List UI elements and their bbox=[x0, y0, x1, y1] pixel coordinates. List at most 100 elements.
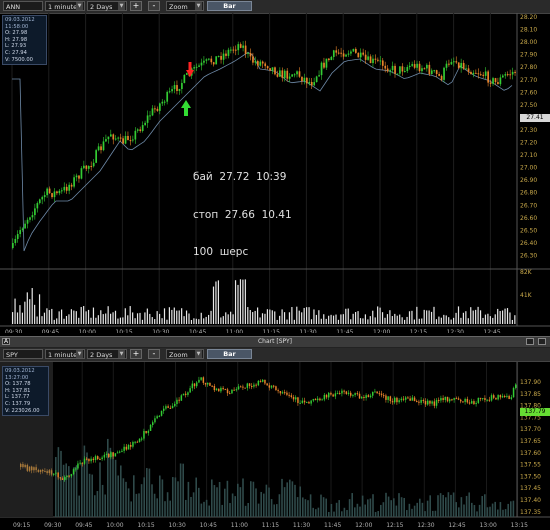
candle-body bbox=[171, 89, 173, 92]
top-zoom-out-button[interactable]: - bbox=[148, 1, 160, 11]
volume-bar bbox=[141, 319, 144, 324]
bottom-ohlc-open: O: 137.78 bbox=[5, 381, 31, 388]
chevron-down-icon: ▼ bbox=[118, 350, 125, 358]
top-range-value: 2 Days bbox=[90, 3, 113, 11]
candle-body bbox=[200, 377, 202, 380]
volume-bar bbox=[173, 307, 175, 324]
candle-body bbox=[494, 78, 497, 83]
volume-bar bbox=[255, 488, 257, 517]
candle-body bbox=[20, 464, 22, 467]
bottom-interval-select[interactable]: 1 minute ▼ bbox=[45, 349, 85, 359]
volume-bar bbox=[117, 318, 119, 324]
price-tick-label: 26.40 bbox=[520, 240, 537, 247]
volume-bar bbox=[149, 313, 151, 324]
candle-body bbox=[198, 379, 200, 383]
candle-body bbox=[28, 466, 31, 471]
candle-body bbox=[247, 53, 249, 55]
candle-body bbox=[147, 430, 150, 433]
spy-price-chart[interactable]: 137.90137.85137.80137.75137.70137.65137.… bbox=[0, 362, 550, 530]
candle-body bbox=[365, 395, 367, 399]
time-tick-label: 10:30 bbox=[152, 329, 169, 333]
candle-body bbox=[367, 56, 369, 60]
candle-body bbox=[277, 390, 279, 392]
top-range-select[interactable]: 2 Days ▼ bbox=[87, 1, 127, 11]
volume-bar bbox=[107, 306, 109, 324]
volume-bar bbox=[58, 311, 60, 324]
candle-body bbox=[376, 391, 378, 394]
volume-bar bbox=[55, 457, 57, 517]
candle-body bbox=[35, 467, 37, 471]
bottom-ohlc-volume: V: 223026.00 bbox=[5, 407, 40, 414]
volume-bar bbox=[364, 314, 366, 324]
price-tick-label: 26.50 bbox=[520, 227, 537, 234]
candle-body bbox=[92, 458, 95, 461]
candle-body bbox=[151, 108, 154, 116]
volume-bar bbox=[350, 319, 352, 324]
candle-body bbox=[163, 408, 165, 411]
bottom-zoom-in-button[interactable]: + bbox=[130, 349, 142, 359]
volume-bar bbox=[276, 504, 278, 517]
volume-bar bbox=[504, 308, 506, 324]
volume-bar bbox=[107, 438, 109, 517]
volume-bar bbox=[450, 494, 452, 517]
volume-bar bbox=[101, 484, 104, 517]
volume-bar bbox=[489, 316, 491, 324]
candle-body bbox=[229, 393, 231, 395]
candle-body bbox=[81, 462, 84, 464]
bottom-zoom-out-button[interactable]: - bbox=[148, 349, 160, 359]
volume-bar bbox=[351, 493, 353, 517]
bottom-bar-type-button[interactable]: Bar bbox=[207, 349, 252, 359]
candle-body bbox=[26, 219, 29, 224]
volume-bar bbox=[112, 312, 114, 324]
restore-icon[interactable] bbox=[526, 338, 534, 345]
candle-body bbox=[252, 56, 254, 63]
volume-bar bbox=[148, 468, 151, 517]
price-tick-label: 137.70 bbox=[520, 426, 541, 433]
volume-bar bbox=[153, 493, 156, 517]
candle-body bbox=[279, 70, 281, 77]
candle-body bbox=[471, 401, 473, 404]
volume-bar bbox=[406, 510, 408, 517]
volume-bar bbox=[166, 319, 168, 324]
candle-body bbox=[405, 397, 407, 400]
bottom-zoom-select[interactable]: Zoom ▼ bbox=[166, 349, 204, 359]
volume-bar bbox=[78, 317, 80, 324]
candle-body bbox=[103, 454, 106, 458]
volume-bar bbox=[438, 316, 440, 324]
time-tick-label: 11:00 bbox=[231, 522, 248, 529]
candle-body bbox=[211, 385, 213, 387]
top-symbol-field[interactable]: ANN bbox=[3, 1, 43, 11]
candle-body bbox=[242, 45, 244, 48]
volume-bar bbox=[261, 313, 264, 324]
volume-bar bbox=[494, 314, 496, 324]
candle-body bbox=[83, 458, 86, 464]
candle-body bbox=[391, 65, 394, 71]
candle-body bbox=[396, 397, 398, 403]
time-tick-label: 09:30 bbox=[44, 522, 61, 529]
volume-bar bbox=[81, 463, 83, 517]
volume-bar bbox=[442, 494, 444, 517]
volume-bar bbox=[509, 312, 511, 324]
candle-body bbox=[271, 67, 274, 71]
candle-body bbox=[449, 399, 451, 402]
volume-bar bbox=[315, 314, 317, 324]
candle-body bbox=[114, 138, 117, 140]
volume-bar bbox=[264, 313, 266, 324]
volume-bar bbox=[87, 309, 90, 324]
bottom-range-select[interactable]: 2 Days ▼ bbox=[87, 349, 127, 359]
top-bar-type-button[interactable]: Bar bbox=[207, 1, 252, 11]
candle-body bbox=[462, 62, 465, 69]
top-interval-select[interactable]: 1 minute ▼ bbox=[45, 1, 85, 11]
candle-body bbox=[119, 137, 122, 139]
top-ohlc-open: O: 27.98 bbox=[5, 30, 28, 37]
bottom-symbol-field[interactable]: SPY bbox=[3, 349, 43, 359]
candle-body bbox=[281, 70, 284, 78]
volume-bar bbox=[390, 500, 392, 517]
top-zoom-select[interactable]: Zoom ▼ bbox=[166, 1, 204, 11]
candle-body bbox=[350, 51, 352, 54]
volume-bar bbox=[211, 479, 213, 517]
close-icon[interactable] bbox=[538, 338, 546, 345]
volume-bar bbox=[499, 502, 502, 517]
candle-body bbox=[61, 478, 64, 480]
top-zoom-in-button[interactable]: + bbox=[130, 1, 142, 11]
